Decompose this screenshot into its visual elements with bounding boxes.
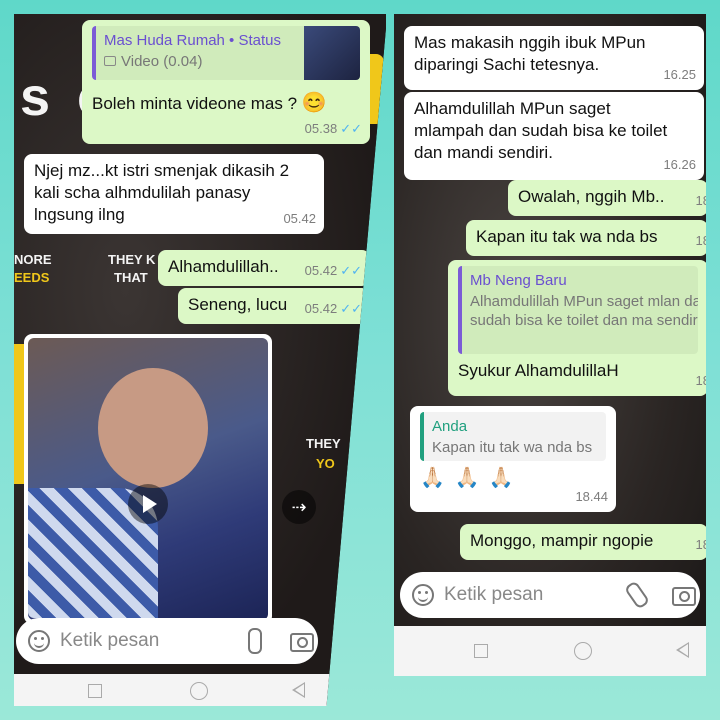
attach-icon[interactable] (248, 628, 262, 654)
reply-preview: Video (0.04) (104, 52, 296, 71)
reply-quote[interactable]: Anda Kapan itu tak wa nda bs (420, 412, 606, 461)
recents-icon[interactable] (474, 644, 488, 658)
message-time: 16.26 (663, 157, 696, 172)
reply-preview: Alhamdulillah MPun saget mlan dan sudah … (470, 293, 698, 329)
camera-icon[interactable] (672, 587, 696, 606)
message-time: 18.44 (575, 489, 608, 504)
read-ticks-icon: ✓✓ (340, 301, 362, 316)
read-ticks-icon: ✓✓ (340, 121, 362, 136)
baby-face (98, 368, 208, 488)
message-outgoing[interactable]: Owalah, nggih Mb.. 18 (508, 180, 706, 216)
android-navbar (14, 674, 386, 706)
reply-author: Anda (432, 418, 468, 435)
message-time: 05.42 ✓✓ (304, 263, 362, 278)
message-incoming[interactable]: Njej mz...kt istri smenjak dikasih 2 kal… (24, 154, 324, 234)
home-icon[interactable] (190, 682, 208, 700)
message-body: Owalah, nggih Mb.. (518, 187, 665, 206)
left-screenshot: s c NORE EEDS THEY K THAT THEY YO Mas Hu… (14, 14, 386, 706)
message-body: Kapan itu tak wa nda bs (476, 227, 658, 246)
bg-yellow-strip (14, 344, 24, 484)
message-body: Mas makasih nggih ibuk MPun diparingi Sa… (414, 33, 646, 74)
message-outgoing[interactable]: Monggo, mampir ngopie 18 (460, 524, 706, 560)
right-screenshot: Mas makasih nggih ibuk MPun diparingi Sa… (394, 14, 706, 676)
camera-icon[interactable] (290, 633, 314, 652)
bg-text-they2: THEY (306, 436, 341, 451)
emoji-icon[interactable] (28, 630, 50, 652)
back-icon[interactable] (676, 642, 689, 658)
message-body: Monggo, mampir ngopie (470, 531, 654, 550)
reply-quote[interactable]: Mb Neng Baru Alhamdulillah MPun saget ml… (458, 266, 698, 354)
message-composer[interactable]: Ketik pesan (16, 618, 318, 664)
message-composer[interactable]: Ketik pesan (400, 572, 700, 618)
message-input[interactable]: Ketik pesan (60, 630, 159, 652)
back-icon[interactable] (292, 682, 305, 698)
message-time: 16.25 (663, 67, 696, 82)
message-outgoing[interactable]: Seneng, lucu 05.42 ✓✓ (178, 288, 370, 324)
bg-text-needs: EEDS (14, 270, 50, 285)
video-message[interactable] (24, 334, 272, 624)
bg-text-more: NORE (14, 252, 52, 267)
android-navbar (394, 626, 706, 676)
message-time: 18 (695, 373, 706, 388)
message-time: 18 (695, 193, 706, 208)
message-incoming[interactable]: Mas makasih nggih ibuk MPun diparingi Sa… (404, 26, 704, 90)
reply-author: Mas Huda Rumah • Status (104, 32, 281, 49)
read-ticks-icon: ✓✓ (340, 263, 362, 278)
attach-icon[interactable] (623, 580, 651, 610)
emoji-icon[interactable] (412, 584, 434, 606)
play-icon (143, 495, 157, 513)
video-thumbnail[interactable] (28, 338, 268, 620)
message-body: Boleh minta videone mas ? 😊 (92, 92, 327, 114)
reply-author: Mb Neng Baru (470, 272, 567, 289)
home-icon[interactable] (574, 642, 592, 660)
bg-text-they: THEY K (108, 252, 156, 267)
status-thumbnail (304, 26, 360, 80)
message-outgoing[interactable]: Mb Neng Baru Alhamdulillah MPun saget ml… (448, 260, 706, 396)
recents-icon[interactable] (88, 684, 102, 698)
message-outgoing[interactable]: Alhamdulillah.. 05.42 ✓✓ (158, 250, 370, 286)
message-incoming[interactable]: Anda Kapan itu tak wa nda bs 🙏🏻 🙏🏻 🙏🏻 18… (410, 406, 616, 512)
message-body: Njej mz...kt istri smenjak dikasih 2 kal… (34, 161, 290, 224)
forward-icon[interactable]: ⇢ (282, 490, 316, 524)
message-outgoing[interactable]: Kapan itu tak wa nda bs 18 (466, 220, 706, 256)
message-outgoing[interactable]: Mas Huda Rumah • Status Video (0.04) Bol… (82, 20, 370, 144)
reply-preview: Kapan itu tak wa nda bs (432, 439, 593, 456)
message-body: Syukur AlhamdulillaH (458, 361, 619, 380)
message-time: 05.38 ✓✓ (304, 121, 362, 136)
message-time: 18 (695, 537, 706, 552)
message-time: 18 (695, 233, 706, 248)
message-body: Alhamdulillah MPun saget mlampah dan sud… (414, 99, 668, 162)
message-input[interactable]: Ketik pesan (444, 584, 543, 606)
message-time: 05.42 (283, 211, 316, 226)
bg-text-you: YO (316, 456, 335, 471)
play-button[interactable] (128, 484, 168, 524)
video-icon (104, 56, 116, 66)
reply-quote[interactable]: Mas Huda Rumah • Status Video (0.04) (92, 26, 360, 80)
message-incoming[interactable]: Alhamdulillah MPun saget mlampah dan sud… (404, 92, 704, 180)
bg-text-that: THAT (114, 270, 148, 285)
message-time: 05.42 ✓✓ (304, 301, 362, 316)
